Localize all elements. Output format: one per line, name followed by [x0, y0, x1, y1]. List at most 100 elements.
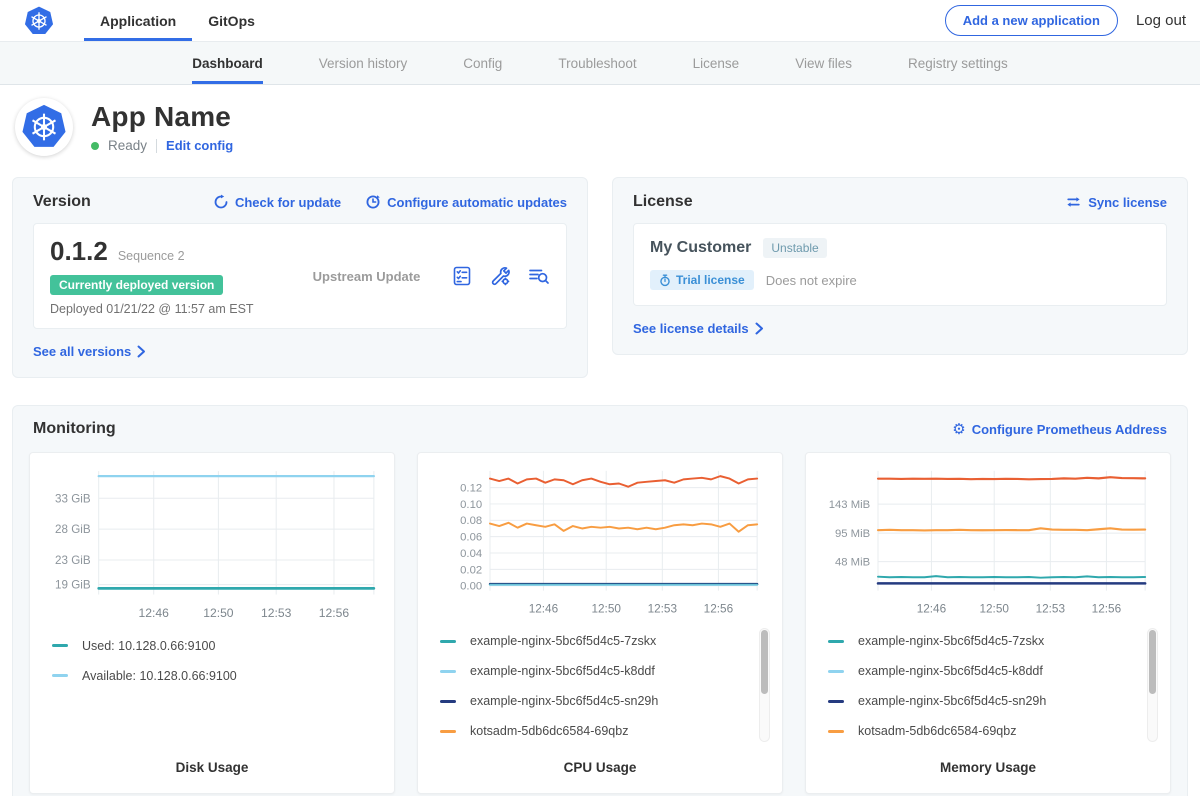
license-card: License Sync license My Customer Unstabl… — [612, 177, 1188, 355]
check-for-update-link[interactable]: Check for update — [213, 194, 341, 210]
tab-registry-settings[interactable]: Registry settings — [908, 42, 1008, 84]
svg-text:12:46: 12:46 — [529, 602, 559, 615]
legend-swatch — [828, 700, 844, 703]
edit-config-link[interactable]: Edit config — [166, 138, 233, 153]
legend-swatch — [828, 730, 844, 733]
tab-view-files[interactable]: View files — [795, 42, 852, 84]
chart-title: Memory Usage — [816, 754, 1160, 783]
legend-scrollbar[interactable] — [759, 628, 770, 742]
svg-text:12:50: 12:50 — [979, 602, 1009, 615]
configure-automatic-updates-link[interactable]: Configure automatic updates — [365, 194, 567, 210]
kubernetes-app-icon — [21, 104, 67, 150]
svg-text:12:50: 12:50 — [203, 606, 234, 620]
legend-label: example-nginx-5bc6f5d4c5-7zskx — [858, 634, 1044, 648]
cpu-usage-card: 0.120.100.080.060.040.020.0012:4612:5012… — [417, 452, 783, 794]
svg-text:28 GiB: 28 GiB — [55, 523, 91, 536]
svg-text:0.12: 0.12 — [460, 483, 482, 495]
ready-status-dot — [91, 142, 99, 150]
legend-item: example-nginx-5bc6f5d4c5-k8ddf — [828, 664, 1142, 678]
legend-item: Used: 10.128.0.66:9100 — [52, 639, 366, 653]
cpu-usage-chart: 0.120.100.080.060.040.020.0012:4612:5012… — [428, 461, 772, 626]
sync-icon — [1065, 194, 1082, 210]
version-source-label: Upstream Update — [282, 269, 451, 284]
memory-usage-chart: 143 MiB95 MiB48 MiB12:4612:5012:5312:56 — [816, 461, 1160, 626]
see-license-details-label: See license details — [633, 321, 749, 336]
page-title: App Name — [91, 101, 233, 133]
cpu-usage-legend: example-nginx-5bc6f5d4c5-7zskx example-n… — [428, 626, 772, 754]
legend-label: example-nginx-5bc6f5d4c5-sn29h — [470, 694, 658, 708]
legend-swatch — [52, 644, 68, 647]
tab-config[interactable]: Config — [463, 42, 502, 84]
svg-text:12:46: 12:46 — [917, 602, 947, 615]
legend-label: example-nginx-5bc6f5d4c5-sn29h — [858, 694, 1046, 708]
svg-text:19 GiB: 19 GiB — [55, 579, 91, 592]
legend-label: example-nginx-5bc6f5d4c5-7zskx — [470, 634, 656, 648]
channel-badge: Unstable — [763, 238, 826, 258]
disk-usage-chart: 33 GiB28 GiB23 GiB19 GiB12:4612:5012:531… — [40, 461, 384, 631]
chevron-right-icon — [755, 322, 764, 335]
monitoring-panel: Monitoring ⚙ Configure Prometheus Addres… — [12, 405, 1188, 796]
deployed-timestamp: Deployed 01/21/22 @ 11:57 am EST — [50, 302, 282, 316]
legend-swatch — [828, 640, 844, 643]
license-panel: My Customer Unstable Trial license Does … — [633, 223, 1167, 306]
legend-item: example-nginx-5bc6f5d4c5-sn29h — [828, 694, 1142, 708]
top-navbar: Application GitOps Add a new application… — [0, 0, 1200, 42]
scrollbar-thumb[interactable] — [761, 630, 768, 694]
svg-text:0.02: 0.02 — [460, 564, 482, 576]
app-subnav: Dashboard Version history Config Trouble… — [0, 42, 1200, 85]
app-status: Ready — [108, 138, 147, 153]
svg-text:143 MiB: 143 MiB — [829, 499, 870, 511]
app-icon — [15, 98, 73, 156]
legend-swatch — [440, 670, 456, 673]
legend-scrollbar[interactable] — [1147, 628, 1158, 742]
svg-text:12:56: 12:56 — [319, 606, 350, 620]
tab-troubleshoot[interactable]: Troubleshoot — [558, 42, 636, 84]
scrollbar-thumb[interactable] — [1149, 630, 1156, 694]
app-header: App Name Ready Edit config — [0, 85, 1200, 169]
legend-item: example-nginx-5bc6f5d4c5-sn29h — [440, 694, 754, 708]
topnav-tab-gitops[interactable]: GitOps — [192, 0, 271, 41]
current-version-panel: 0.1.2 Sequence 2 Currently deployed vers… — [33, 223, 567, 329]
topnav-tab-application[interactable]: Application — [84, 0, 192, 41]
legend-label: kotsadm-5db6dc6584-69qbz — [858, 724, 1016, 738]
see-all-versions-link[interactable]: See all versions — [33, 344, 146, 359]
legend-label: kotsadm-5db6dc6584-69qbz — [470, 724, 628, 738]
disk-usage-legend: Used: 10.128.0.66:9100 Available: 10.128… — [40, 631, 384, 754]
stopwatch-icon — [659, 274, 671, 287]
edit-config-icon[interactable] — [489, 265, 511, 287]
legend-item: Available: 10.128.0.66:9100 — [52, 669, 366, 683]
preflight-checks-icon[interactable] — [451, 265, 473, 287]
monitoring-title: Monitoring — [33, 420, 116, 438]
legend-item: example-nginx-5bc6f5d4c5-7zskx — [828, 634, 1142, 648]
tab-version-history[interactable]: Version history — [319, 42, 408, 84]
svg-text:12:53: 12:53 — [648, 602, 678, 615]
view-release-notes-icon[interactable] — [527, 265, 550, 287]
svg-text:0.00: 0.00 — [460, 581, 482, 593]
logout-link[interactable]: Log out — [1136, 12, 1186, 29]
legend-label: Available: 10.128.0.66:9100 — [82, 669, 237, 683]
deployed-badge: Currently deployed version — [50, 275, 223, 295]
memory-usage-legend: example-nginx-5bc6f5d4c5-7zskx example-n… — [816, 626, 1160, 754]
sync-license-link[interactable]: Sync license — [1065, 194, 1167, 210]
legend-swatch — [440, 700, 456, 703]
legend-item: kotsadm-5db6dc6584-69qbz — [440, 724, 754, 738]
svg-text:12:56: 12:56 — [704, 602, 734, 615]
kubernetes-logo[interactable] — [24, 0, 54, 41]
tab-dashboard[interactable]: Dashboard — [192, 42, 263, 84]
gear-icon: ⚙ — [952, 422, 965, 437]
version-card: Version Check for update Configure au — [12, 177, 588, 378]
configure-prometheus-link[interactable]: ⚙ Configure Prometheus Address — [952, 422, 1167, 437]
topnav-tabs: Application GitOps — [84, 0, 271, 41]
see-license-details-link[interactable]: See license details — [633, 321, 764, 336]
version-card-title: Version — [33, 193, 91, 211]
svg-text:0.06: 0.06 — [460, 532, 482, 544]
disk-usage-card: 33 GiB28 GiB23 GiB19 GiB12:4612:5012:531… — [29, 452, 395, 794]
legend-swatch — [440, 730, 456, 733]
version-sequence: Sequence 2 — [118, 249, 185, 263]
add-application-button[interactable]: Add a new application — [945, 5, 1118, 36]
license-expiry: Does not expire — [766, 273, 857, 288]
svg-text:95 MiB: 95 MiB — [835, 528, 870, 540]
version-number: 0.1.2 — [50, 236, 108, 267]
tab-license[interactable]: License — [693, 42, 740, 84]
trial-license-label: Trial license — [676, 273, 745, 287]
